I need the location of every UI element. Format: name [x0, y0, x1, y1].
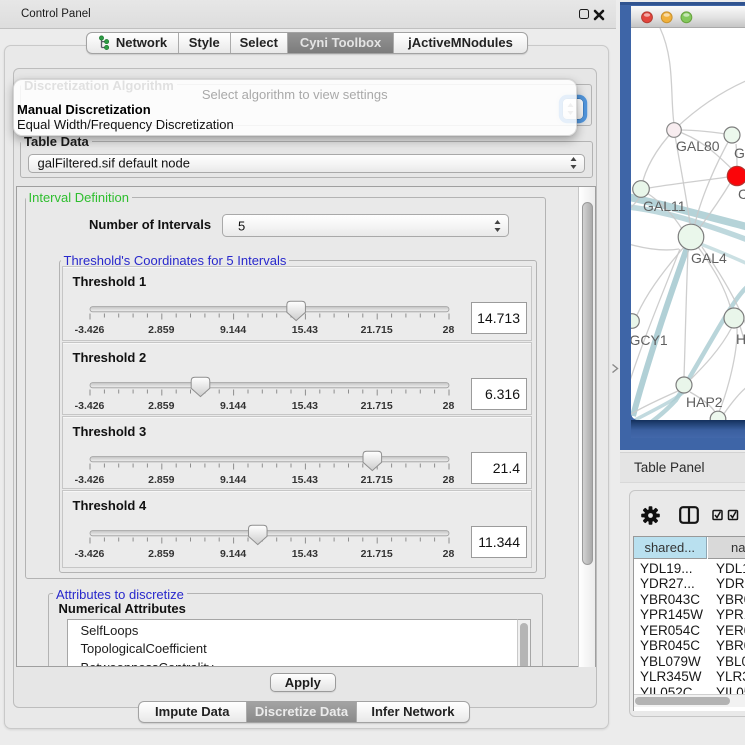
- svg-text:GAL11: GAL11: [643, 198, 686, 214]
- svg-text:C: C: [738, 186, 745, 202]
- svg-text:GAL4: GAL4: [691, 250, 727, 266]
- svg-text:GA: GA: [734, 145, 745, 161]
- svg-text:HAP2: HAP2: [686, 394, 723, 410]
- svg-text:H: H: [736, 331, 745, 347]
- svg-text:GAL80: GAL80: [676, 138, 720, 154]
- svg-text:GCY1: GCY1: [630, 332, 668, 348]
